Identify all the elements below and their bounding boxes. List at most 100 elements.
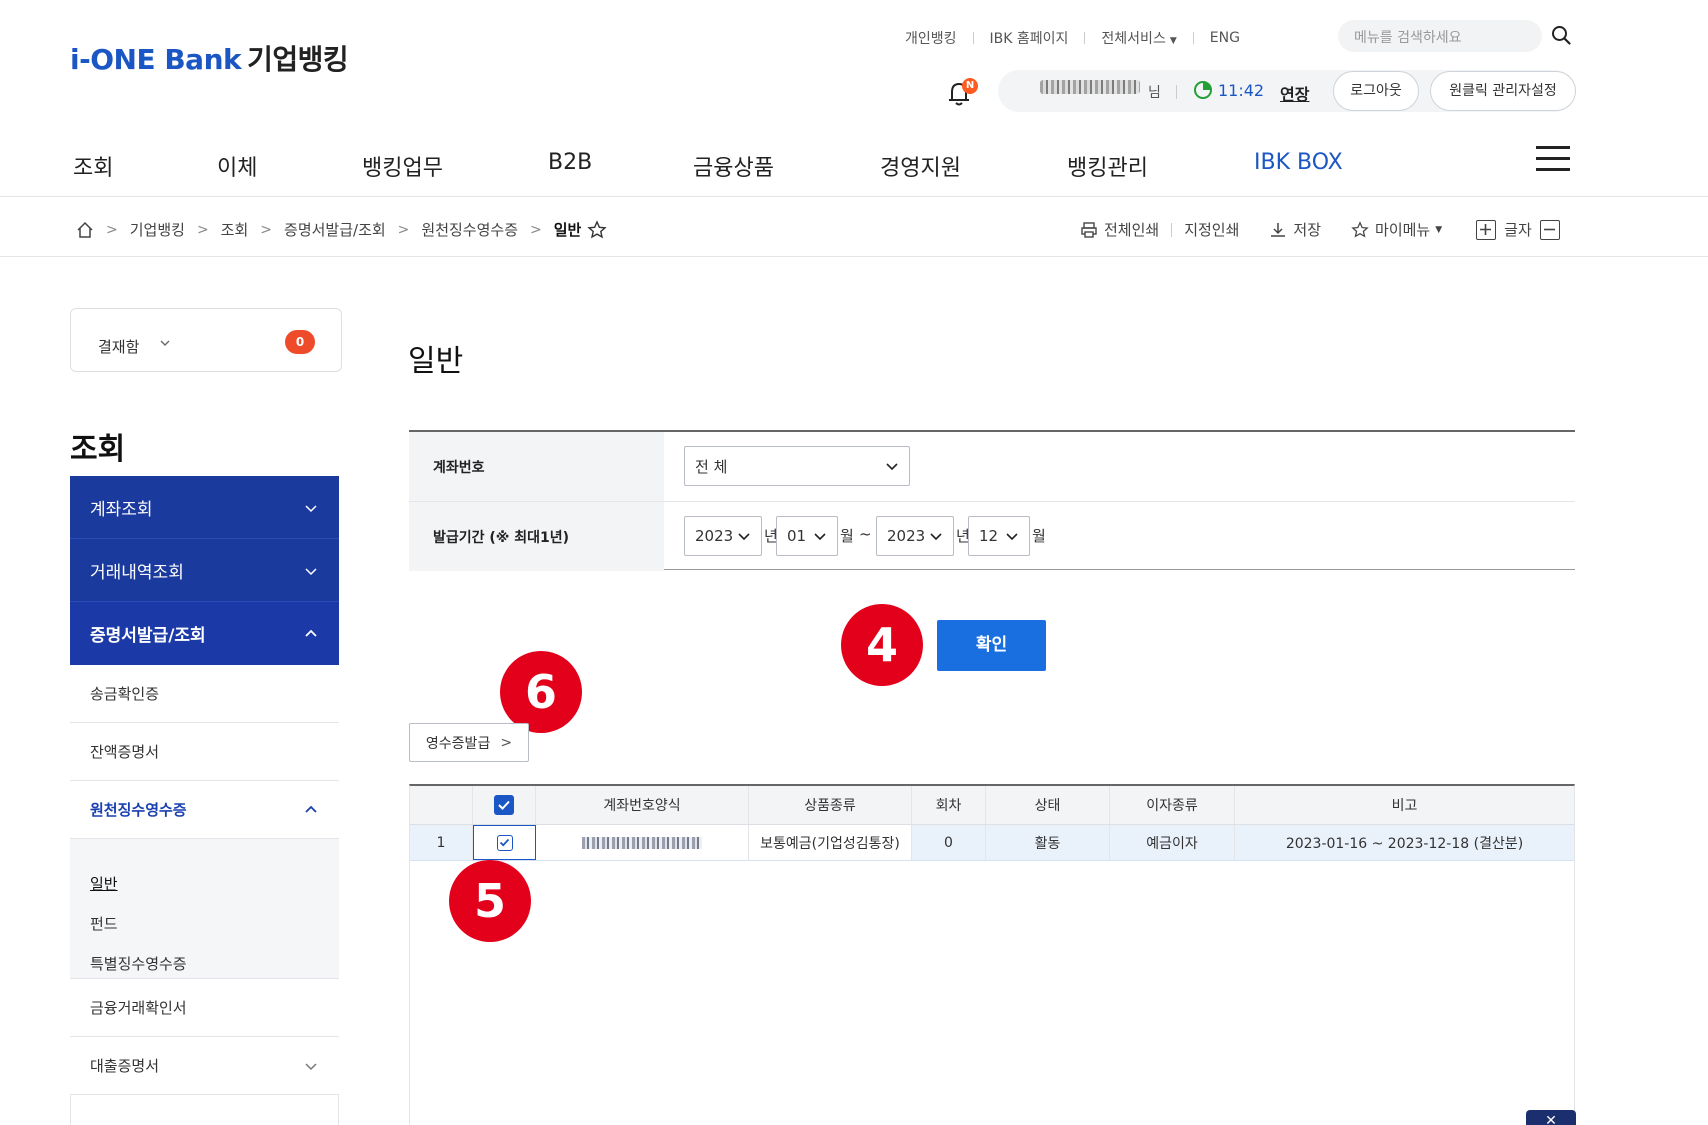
sidebar-leaf-special-withholding[interactable]: 특별징수영수증	[90, 953, 187, 974]
breadcrumb-current: 일반	[553, 221, 582, 239]
print-all-label: 전체인쇄	[1104, 221, 1160, 239]
gnb-inquiry[interactable]: 조회	[73, 150, 113, 182]
search-icon[interactable]	[1551, 25, 1571, 45]
close-icon[interactable]: ✕	[1526, 1110, 1576, 1125]
session-timer-icon	[1194, 81, 1212, 99]
table-header: 계좌번호양식 상품종류 회차 상태 이자종류 비고	[410, 786, 1574, 825]
breadcrumb: > 기업뱅킹 > 조회 > 증명서발급/조회 > 원천징수영수증 > 일반	[76, 219, 608, 240]
chevron-down-icon	[930, 533, 942, 541]
sidebar-item-account-inquiry[interactable]: 계좌조회	[70, 476, 339, 539]
my-menu-label: 마이메뉴	[1375, 221, 1431, 239]
row-account-number	[536, 825, 749, 860]
admin-settings-button[interactable]: 원클릭 관리자설정	[1430, 71, 1576, 111]
caret-down-icon: ▼	[1169, 36, 1177, 46]
gnb-b2b[interactable]: B2B	[548, 150, 592, 175]
form-row-period: 발급기간 (※ 최대1년) 2023 년 01 월 ~ 2023 년 12 월	[409, 502, 1575, 571]
header-interest-type: 이자종류	[1110, 786, 1235, 824]
sidebar-item-transaction-history[interactable]: 거래내역조회	[70, 539, 339, 602]
sidebar-sub-financial-transaction-confirmation[interactable]: 금융거래확인서	[70, 979, 339, 1037]
font-decrease-icon[interactable]	[1539, 219, 1560, 240]
to-year-value: 2023	[887, 527, 926, 545]
divider	[972, 32, 974, 44]
from-year-select[interactable]: 2023	[684, 516, 762, 556]
divider	[1171, 222, 1173, 237]
chevron-down-icon	[160, 340, 170, 346]
sidebar-sub-balance-certificate[interactable]: 잔액증명서	[70, 723, 339, 781]
sidebar-leaf-general[interactable]: 일반	[90, 873, 118, 894]
header-divider	[0, 196, 1708, 197]
sidebar-item-label: 증명서발급/조회	[90, 626, 206, 646]
link-personal-banking[interactable]: 개인뱅킹	[905, 28, 957, 48]
link-all-services[interactable]: 전체서비스 ▼	[1101, 28, 1176, 48]
chevron-down-icon	[886, 463, 898, 471]
breadcrumb-item[interactable]: 증명서발급/조회	[284, 219, 386, 240]
breadcrumb-item[interactable]: 기업뱅킹	[130, 219, 185, 240]
page-title: 일반	[408, 344, 464, 379]
gnb-management-support[interactable]: 경영지원	[880, 150, 961, 182]
approval-label: 결재함	[98, 338, 140, 356]
table-row[interactable]: 1 보통예금(기업성김통장) 0 활동 예금이자 2023-01-16 ~ 20…	[410, 825, 1574, 861]
check-icon	[498, 800, 510, 810]
page-tools: 전체인쇄 지정인쇄 저장 마이메뉴 ▼ 글자	[1080, 219, 1560, 240]
gnb-ibk-box[interactable]: IBK BOX	[1254, 150, 1343, 175]
download-icon	[1271, 222, 1286, 237]
extend-session-link[interactable]: 연장	[1280, 81, 1309, 105]
approval-count-badge: 0	[285, 330, 315, 354]
print-all-button[interactable]: 전체인쇄	[1080, 219, 1159, 240]
breadcrumb-separator-icon: >	[530, 221, 542, 238]
star-icon	[1351, 220, 1369, 238]
logo-suffix: 기업뱅킹	[247, 43, 349, 76]
sidebar-sub-loan-certificate[interactable]: 대출증명서	[70, 1037, 339, 1095]
account-select-value: 전 체	[695, 457, 728, 476]
link-english[interactable]: ENG	[1210, 30, 1240, 46]
logout-button[interactable]: 로그아웃	[1333, 71, 1419, 111]
header-product-type: 상품종류	[749, 786, 912, 824]
link-ibk-homepage[interactable]: IBK 홈페이지	[990, 28, 1069, 48]
range-tilde: ~	[859, 525, 872, 543]
font-increase-icon[interactable]	[1476, 219, 1497, 240]
hamburger-menu-icon[interactable]	[1536, 146, 1570, 172]
menu-search-input[interactable]: 메뉴를 검색하세요	[1338, 20, 1542, 52]
to-year-select[interactable]: 2023	[876, 516, 954, 556]
sidebar-sub-label: 잔액증명서	[90, 743, 160, 761]
gnb-transfer[interactable]: 이체	[217, 150, 257, 182]
sidebar-leaf-fund[interactable]: 펀드	[90, 913, 118, 934]
breadcrumb-divider	[0, 256, 1708, 257]
top-links: 개인뱅킹 IBK 홈페이지 전체서비스 ▼ ENG	[905, 28, 1240, 48]
chevron-down-icon	[305, 567, 317, 575]
to-month-value: 12	[979, 527, 999, 545]
step-marker-4: 4	[841, 604, 923, 686]
account-select[interactable]: 전 체	[684, 446, 910, 486]
to-month-select[interactable]: 12	[968, 516, 1030, 556]
caret-down-icon: ▼	[1435, 224, 1443, 235]
masked-username	[1040, 80, 1140, 94]
sidebar-sub-label: 금융거래확인서	[90, 999, 187, 1017]
row-product-type: 보통예금(기업성김통장)	[749, 825, 912, 860]
main-navigation: 조회 이체 뱅킹업무 B2B 금융상품 경영지원 뱅킹관리 IBK BOX	[0, 150, 1708, 196]
sidebar-sub-remittance-confirmation[interactable]: 송금확인증	[70, 665, 339, 723]
breadcrumb-item[interactable]: 조회	[221, 219, 249, 240]
home-icon[interactable]	[76, 221, 94, 239]
print-selected-button[interactable]: 지정인쇄	[1184, 219, 1239, 240]
account-label: 계좌번호	[409, 432, 664, 501]
my-menu-button[interactable]: 마이메뉴 ▼	[1351, 219, 1442, 240]
favorite-star-icon[interactable]	[587, 219, 608, 240]
issue-receipt-button[interactable]: 영수증발급 >	[409, 723, 529, 762]
row-number: 1	[410, 825, 473, 860]
sidebar-item-certificates[interactable]: 증명서발급/조회	[70, 602, 339, 665]
site-logo[interactable]: i-ONE Bank 기업뱅킹	[70, 38, 349, 78]
sidebar-sub-withholding-receipt[interactable]: 원천징수영수증	[70, 781, 339, 839]
gnb-banking-admin[interactable]: 뱅킹관리	[1067, 150, 1148, 182]
divider	[1176, 85, 1177, 99]
save-button[interactable]: 저장	[1269, 219, 1321, 240]
gnb-financial-products[interactable]: 금융상품	[693, 150, 774, 182]
month-unit: 월	[1032, 527, 1046, 545]
select-all-checkbox[interactable]	[494, 795, 514, 815]
breadcrumb-item[interactable]: 원천징수영수증	[421, 219, 518, 240]
row-checkbox[interactable]	[496, 834, 513, 851]
gnb-banking-work[interactable]: 뱅킹업무	[362, 150, 443, 182]
header-status: 상태	[986, 786, 1110, 824]
confirm-button[interactable]: 확인	[937, 620, 1046, 671]
from-month-select[interactable]: 01	[776, 516, 838, 556]
sidebar-title: 조회	[70, 432, 126, 467]
